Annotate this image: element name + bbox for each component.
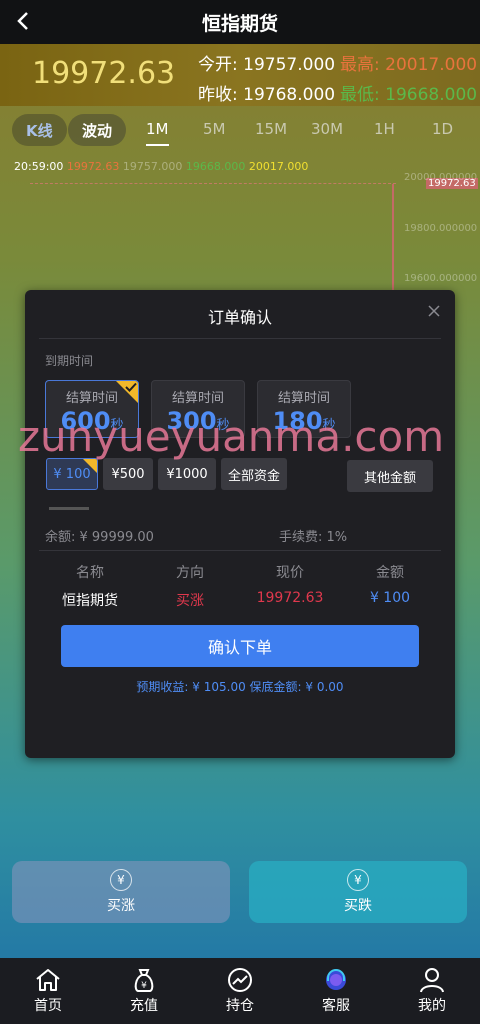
tab-15m[interactable]: 15M — [255, 120, 287, 138]
amount-500-button[interactable]: ¥500 — [103, 458, 153, 490]
tab-5m[interactable]: 5M — [203, 120, 226, 138]
all-funds-button[interactable]: 全部资金 — [221, 458, 287, 490]
selected-check-icon — [83, 459, 97, 473]
open-value: 19757.000 — [243, 55, 336, 75]
order-name: 恒指期货 — [62, 593, 118, 609]
money-bag-icon: ¥ — [134, 969, 154, 992]
tab-kline[interactable]: K线 — [12, 114, 67, 146]
high-value: 20017.000 — [385, 55, 478, 75]
low-value: 19668.000 — [385, 85, 478, 105]
expected-return-text: 预期收益: ¥ 105.00 保底金额: ¥ 0.00 — [136, 680, 344, 694]
close-icon — [428, 305, 440, 317]
nav-label: 持仓 — [226, 998, 254, 1014]
expire-label: 到期时间 — [45, 354, 94, 368]
nav-label: 客服 — [322, 998, 350, 1014]
info-v4: 20017.000 — [248, 160, 309, 173]
tab-1d[interactable]: 1D — [432, 120, 453, 138]
prev-close-value: 19768.000 — [243, 85, 336, 105]
nav-home[interactable]: 首页 — [0, 958, 96, 1024]
tab-1m[interactable]: 1M — [146, 120, 169, 146]
header-direction: 方向 — [176, 565, 204, 581]
high-stat: 最高: 20017.000 — [340, 50, 477, 75]
amount-1000-button[interactable]: ¥1000 — [158, 458, 216, 490]
svg-text:¥: ¥ — [141, 981, 147, 991]
divider — [39, 550, 441, 551]
yen-down-icon: ¥ — [347, 869, 369, 891]
time-option-label: 结算时间 — [277, 391, 330, 406]
back-button[interactable] — [8, 6, 38, 36]
y-tick-label: 19800.000000 — [404, 223, 478, 234]
open-label: 今开: — [198, 55, 238, 75]
open-stat: 今开: 19757.000 — [198, 50, 335, 75]
order-direction: 买涨 — [176, 593, 204, 609]
info-v2: 19757.000 — [122, 160, 183, 173]
current-price: 19972.63 — [32, 56, 176, 91]
quote-bar: 19972.63 今开: 19757.000 最高: 20017.000 昨收:… — [0, 44, 480, 106]
info-v1: 19972.63 — [66, 160, 120, 173]
price-marker-line — [392, 184, 394, 294]
amount-slider-track[interactable] — [49, 507, 89, 510]
info-time: 20:59:00 — [14, 160, 64, 173]
nav-service[interactable]: 客服 — [288, 958, 384, 1024]
user-icon — [420, 968, 444, 993]
confirm-order-button[interactable]: 确认下单 — [61, 625, 419, 667]
time-option-label: 结算时间 — [171, 391, 224, 406]
order-confirm-dialog: 订单确认 到期时间 结算时间 600秒 结算时间 300秒 结算时间 180秒 … — [25, 290, 455, 758]
divider — [39, 338, 441, 339]
buy-up-button[interactable]: ¥ 买涨 — [12, 861, 230, 923]
current-price-line — [30, 183, 396, 184]
selected-check-icon — [116, 381, 138, 403]
low-stat: 最低: 19668.000 — [340, 80, 477, 105]
nav-recharge[interactable]: ¥ 充值 — [96, 958, 192, 1024]
dialog-title: 订单确认 — [207, 308, 272, 327]
header-name: 名称 — [76, 565, 104, 581]
y-tick-label: 19600.000000 — [404, 273, 478, 284]
close-button[interactable] — [425, 302, 443, 320]
tab-wave[interactable]: 波动 — [68, 114, 127, 146]
buy-down-button[interactable]: ¥ 买跌 — [249, 861, 467, 923]
bottom-nav: 首页 ¥ 充值 持仓 客服 我的 — [0, 958, 480, 1024]
kline-info-line: 20:59:00 19972.63 19757.000 19668.000 20… — [14, 160, 308, 173]
order-price: 19972.63 — [256, 590, 324, 606]
header-price: 现价 — [276, 565, 304, 581]
nav-positions[interactable]: 持仓 — [192, 958, 288, 1024]
nav-label: 充值 — [130, 998, 158, 1014]
tab-1h[interactable]: 1H — [374, 120, 395, 138]
prev-close-stat: 昨收: 19768.000 — [198, 80, 335, 105]
info-v3: 19668.000 — [185, 160, 246, 173]
nav-profile[interactable]: 我的 — [384, 958, 480, 1024]
fee-text: 手续费: 1% — [279, 530, 348, 545]
nav-label: 我的 — [418, 998, 446, 1014]
header-amount: 金额 — [376, 565, 404, 581]
watermark-text: zunyueyuanma.com — [18, 412, 445, 461]
amount-100-button[interactable]: ¥ 100 — [46, 458, 98, 490]
prev-close-label: 昨收: — [198, 85, 238, 105]
chart-tabs: K线 波动 1M 5M 15M 30M 1H 1D — [0, 106, 480, 154]
buy-up-label: 买涨 — [107, 898, 135, 914]
headset-icon — [326, 969, 346, 990]
high-label: 最高: — [340, 55, 380, 75]
y-tick-label: 20000.000000 — [404, 172, 478, 183]
page-title: 恒指期货 — [201, 12, 278, 35]
chart-up-icon — [228, 968, 252, 992]
yen-up-icon: ¥ — [110, 869, 132, 891]
chevron-left-icon — [17, 12, 28, 30]
low-label: 最低: — [340, 85, 380, 105]
other-amount-button[interactable]: 其他金额 — [347, 460, 433, 492]
buy-down-label: 买跌 — [344, 898, 372, 914]
home-icon — [36, 969, 60, 991]
top-bar: 恒指期货 — [0, 0, 480, 44]
balance-text: 余额: ¥ 99999.00 — [45, 530, 154, 545]
nav-label: 首页 — [34, 998, 62, 1014]
order-amount: ¥ 100 — [369, 590, 411, 606]
tab-30m[interactable]: 30M — [311, 120, 343, 138]
